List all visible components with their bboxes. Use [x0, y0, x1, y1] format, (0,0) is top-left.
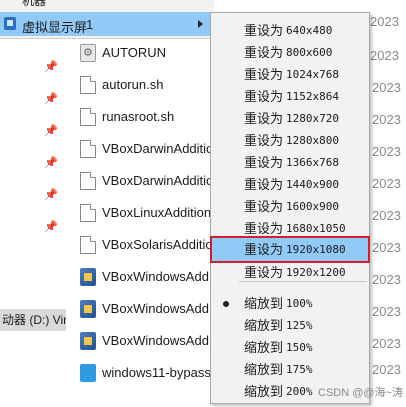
scale-value: 200% — [286, 385, 313, 398]
document-icon — [80, 172, 96, 190]
document-icon — [80, 204, 96, 222]
file-name: AUTORUN — [102, 45, 167, 60]
pin-icon[interactable]: 📌 — [44, 92, 58, 106]
menu-item-number: 1 — [86, 17, 94, 32]
gear-icon — [80, 44, 96, 62]
date-cell: 2023 — [372, 304, 401, 319]
radio-bullet-icon — [223, 301, 229, 307]
menu-item-machine[interactable]: 机器 — [0, 0, 214, 11]
file-name: windows11-bypass — [102, 365, 211, 380]
date-cell: 2023 — [372, 272, 401, 287]
resolution-value: 1920x1080 — [286, 243, 346, 256]
pin-icon[interactable]: 📌 — [44, 156, 58, 170]
date-cell: 2023 — [372, 80, 401, 95]
pin-icon[interactable]: 📌 — [44, 188, 58, 202]
document-icon — [80, 236, 96, 254]
pin-icon[interactable]: 📌 — [44, 220, 58, 234]
virtualbox-icon — [80, 268, 96, 286]
file-name: runasroot.sh — [102, 109, 175, 124]
document-icon — [80, 108, 96, 126]
date-cell: 2023 — [372, 144, 401, 159]
date-cell: 2023 — [372, 112, 401, 127]
file-name: VBoxWindowsAdd — [102, 333, 209, 348]
file-name: VBoxDarwinAdditio — [102, 173, 214, 188]
file-name: VBoxSolarisAdditio — [102, 237, 213, 252]
file-name: autorun.sh — [102, 77, 164, 92]
file-name: VBoxWindowsAdd — [102, 301, 209, 316]
navigation-pane: 📌 📌 📌 📌 📌 📌 动器 (D:) Vir — [0, 0, 66, 407]
registry-file-icon — [80, 364, 96, 382]
pin-icon[interactable]: 📌 — [44, 124, 58, 138]
date-cell: 2023 — [372, 208, 401, 223]
date-cell: 2023 — [372, 362, 401, 377]
menu-item-label: 缩放到 — [244, 384, 284, 399]
date-cell: 2023 — [370, 14, 399, 29]
date-cell: 2023 — [372, 240, 401, 255]
watermark: CSDN @@海~涛 — [318, 387, 403, 399]
virtual-screen-submenu: 重设为 640x480 重设为 800x600 重设为 1024x768 重设为 115… — [210, 12, 370, 404]
document-icon — [80, 140, 96, 158]
file-name: VBoxDarwinAdditio — [102, 141, 214, 156]
nav-item-drive-d[interactable]: 动器 (D:) Vir — [0, 309, 66, 331]
virtualbox-icon — [80, 332, 96, 350]
file-name: VBoxLinuxAddition — [102, 205, 212, 220]
pin-icon[interactable]: 📌 — [44, 60, 58, 74]
resize-1920x1080[interactable]: 重设为 1920x1080 — [210, 236, 370, 263]
virtualbox-menu: 机器 虚拟显示屏 1 — [0, 0, 214, 39]
monitor-icon — [4, 17, 16, 30]
menu-item-label: 机器 — [22, 0, 47, 8]
submenu-arrow-icon — [198, 20, 203, 28]
menu-item-label: 重设为 — [244, 242, 284, 257]
virtualbox-icon — [80, 300, 96, 318]
drive-label: 动器 (D:) Vir — [2, 313, 66, 327]
date-cell: 2023 — [372, 336, 401, 351]
date-cell: 2023 — [372, 176, 401, 191]
menu-item-label: 虚拟显示屏 — [22, 20, 88, 35]
document-icon — [80, 76, 96, 94]
file-name: VBoxWindowsAdd — [102, 269, 209, 284]
menu-item-virtual-screen[interactable]: 虚拟显示屏 1 — [0, 12, 214, 36]
menu-separator — [239, 281, 367, 282]
